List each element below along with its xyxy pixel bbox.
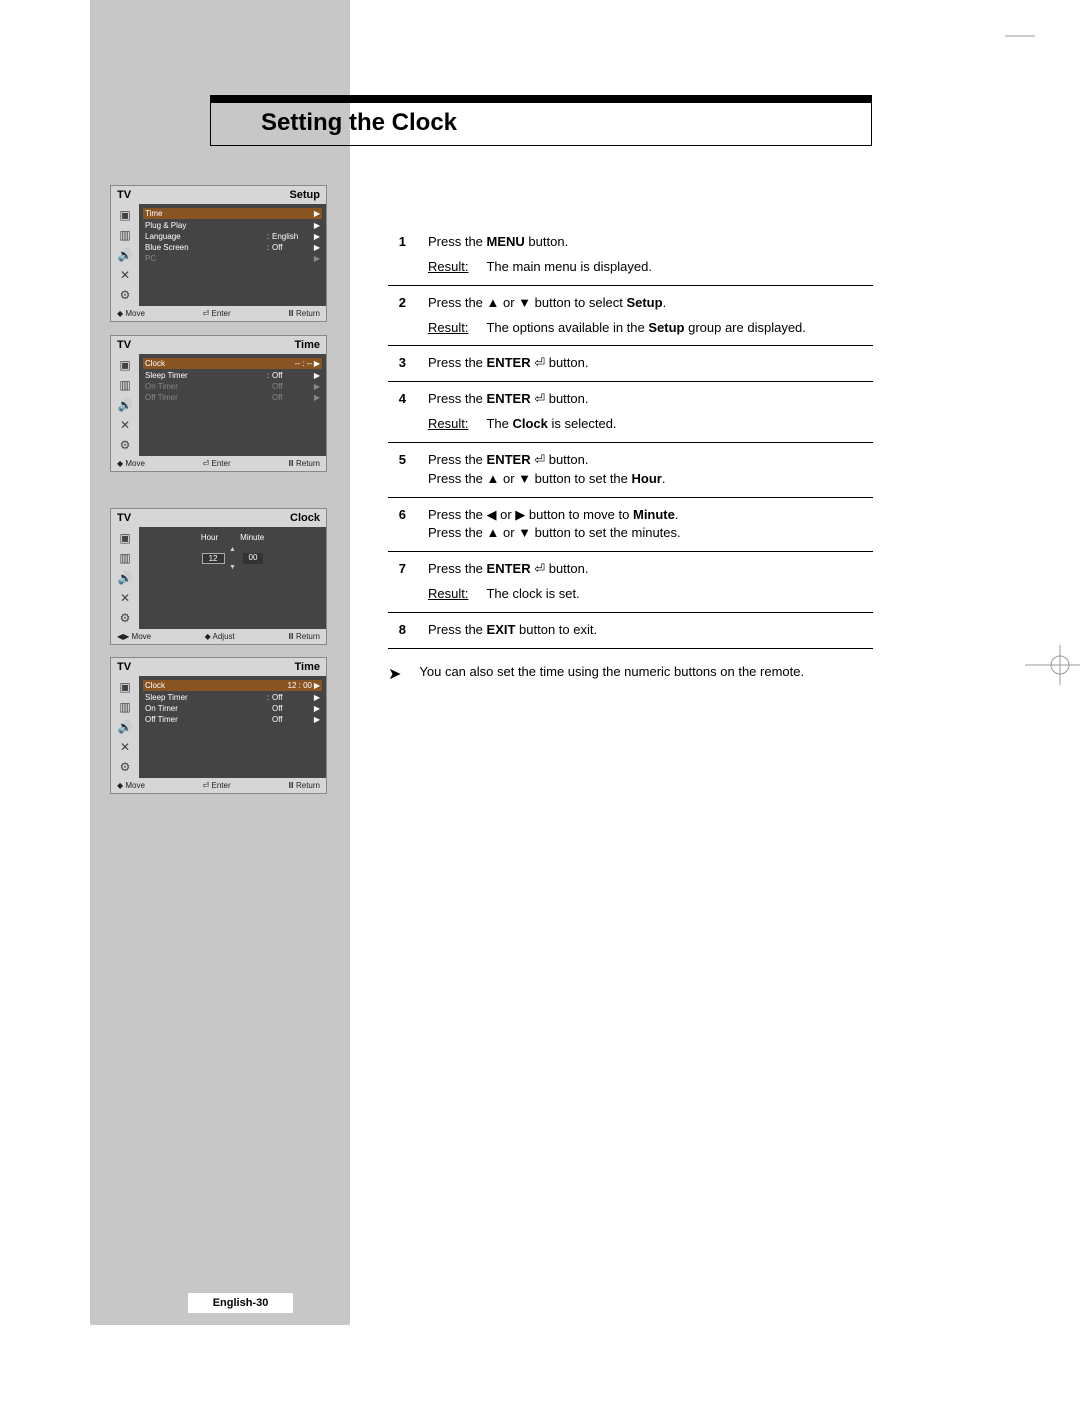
step-number: 7 [388,560,406,604]
tip-note: ➤ You can also set the time using the num… [388,663,873,686]
pointer-icon: ➤ [388,663,401,686]
osd-title: Setup [289,189,320,201]
step-body: Press the ENTER ⏎ button.Press the ▲ or … [428,451,873,489]
page-number: English-30 [188,1293,293,1313]
osd-title: Clock [290,512,320,524]
osd-title: Time [295,661,320,673]
osd-time-2: TVTime ▣▥🔊✕⚙ Clock12 : 00▶ Sleep Timer:O… [110,657,327,794]
step: 8 Press the EXIT button to exit. [388,613,873,649]
result-label: Result: [428,416,468,431]
manual-page: Setting the Clock TV Setup ▣▥🔊✕⚙ Time▶ Pl… [0,0,1080,1425]
osd-time-1: TVTime ▣▥🔊✕⚙ Clock-- : --▶ Sleep Timer:O… [110,335,327,472]
crop-mark-icon [1005,30,1035,44]
minute-label: Minute [240,533,264,542]
instruction-steps: 1 Press the MENU button.Result:The main m… [388,225,873,686]
step-body: Press the ENTER ⏎ button. [428,354,873,373]
step: 1 Press the MENU button.Result:The main m… [388,225,873,286]
step-body: Press the EXIT button to exit. [428,621,873,640]
result-label: Result: [428,586,468,601]
step-number: 8 [388,621,406,640]
minute-value: 00 [243,553,264,564]
step-body: Press the MENU button.Result:The main me… [428,233,873,277]
osd-tv-label: TV [117,189,131,201]
step-number: 1 [388,233,406,277]
menu-item-selected: Time [145,208,312,219]
hour-value: 12 [202,553,225,564]
step: 2 Press the ▲ or ▼ button to select Setup… [388,286,873,347]
step-body: Press the ▲ or ▼ button to select Setup.… [428,294,873,338]
osd-icon-strip: ▣▥🔊✕⚙ [111,204,139,306]
result-label: Result: [428,259,468,274]
result-label: Result: [428,320,468,335]
osd-hints: ◆ Move⏎ EnterⅢ Return [111,306,326,321]
tip-text: You can also set the time using the nume… [419,663,804,686]
osd-title: Time [295,339,320,351]
step: 4 Press the ENTER ⏎ button.Result:The Clo… [388,382,873,443]
osd-panel: Time▶ Plug & Play▶ Language:English▶ Blu… [139,204,326,306]
hour-label: Hour [201,533,218,542]
step-body: Press the ◀ or ▶ button to move to Minut… [428,506,873,544]
section-title: Setting the Clock [211,103,871,145]
step: 5 Press the ENTER ⏎ button.Press the ▲ or… [388,443,873,498]
step-number: 3 [388,354,406,373]
step: 7 Press the ENTER ⏎ button.Result:The clo… [388,552,873,613]
step-body: Press the ENTER ⏎ button.Result:The Cloc… [428,390,873,434]
step-body: Press the ENTER ⏎ button.Result:The cloc… [428,560,873,604]
step-number: 4 [388,390,406,434]
step: 3 Press the ENTER ⏎ button. [388,346,873,382]
osd-clock: TVClock ▣▥🔊✕⚙ Hour Minute ▲ 12 00 ▼ ◀▶ M… [110,508,327,645]
step: 6 Press the ◀ or ▶ button to move to Minu… [388,498,873,553]
step-number: 6 [388,506,406,544]
step-number: 2 [388,294,406,338]
step-number: 5 [388,451,406,489]
section-title-bar: Setting the Clock [210,95,872,146]
osd-setup: TV Setup ▣▥🔊✕⚙ Time▶ Plug & Play▶ Languag… [110,185,327,322]
